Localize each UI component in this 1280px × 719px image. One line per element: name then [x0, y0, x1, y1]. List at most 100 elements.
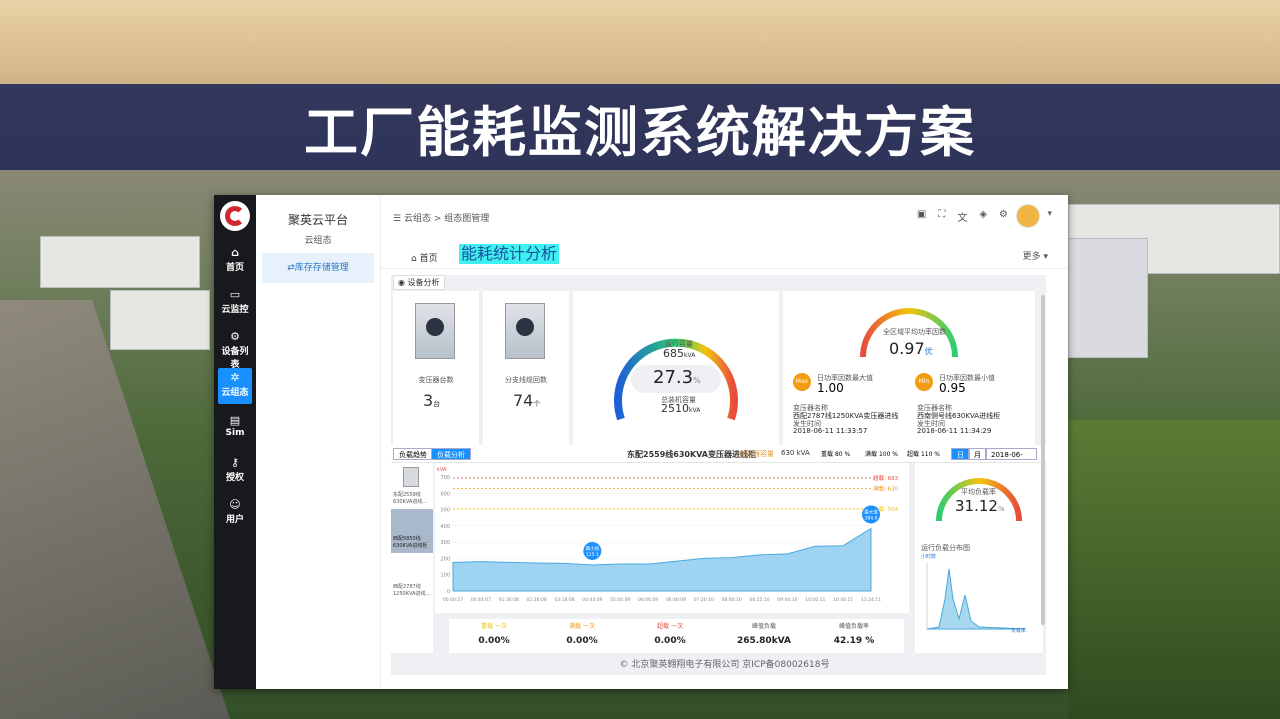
list-item[interactable]: 西配2787线1250KVA进线... — [393, 583, 433, 597]
settings-icon[interactable]: ⚙ — [999, 209, 1008, 224]
x-tick-label: 10:46:11 — [833, 597, 853, 603]
x-tick-label: 00:44:07 — [471, 597, 491, 603]
stats-bar: 重载 一次 0.00% 满载 一次 0.00% 超载 一次 0.00% 峰值负载 265… — [449, 619, 904, 653]
x-tick-label: 10:06:11 — [805, 597, 825, 603]
sidebar: 聚英云平台 云组态 ⇄库存存储管理 — [256, 195, 381, 689]
stat-excess: 超载 一次 0.00% — [654, 623, 686, 646]
x-tick-label: 01:36:08 — [499, 597, 519, 603]
device-card: 变压器台数 3台 — [393, 291, 479, 445]
home-icon: ⌂ — [231, 246, 239, 259]
sim-icon: ▤ — [229, 414, 241, 427]
y-tick-label: 500 — [440, 508, 450, 514]
menu-toggle-icon[interactable]: ☰ — [393, 214, 404, 224]
avatar[interactable] — [1016, 204, 1040, 228]
breadcrumb-root[interactable]: 云组态 — [404, 214, 431, 224]
scrollbar[interactable] — [1041, 295, 1045, 625]
header-icons: ▣ ⛶ 文 ◈ ⚙ — [917, 209, 1008, 224]
sidebar-item-storage[interactable]: ⇄库存存储管理 — [262, 253, 374, 283]
footer: © 北京聚英翱翔电子有限公司 京ICP备08002618号 — [619, 660, 830, 670]
background-building — [40, 236, 200, 288]
marker-label: 最小值 — [586, 545, 600, 552]
capacity-gauge-card: 运行容量 685kVA 27.3% 总装机容量 2510kVA — [573, 291, 779, 445]
gear-icon: ⚙ — [230, 330, 240, 343]
tab-load-trend[interactable]: 负载趋势 — [393, 448, 433, 460]
analysis-toolbar: 负载趋势 负载分析 东配2559线630KVA变压器进线柜 变压器容量 630 … — [391, 445, 1046, 471]
theme-icon[interactable]: ◈ — [979, 209, 987, 224]
x-tick-label: 06:06:09 — [638, 597, 658, 603]
rail-item-home[interactable]: ⌂ 首页 — [218, 243, 252, 279]
y-axis-label: kVA — [437, 467, 447, 473]
rail-item-user[interactable]: ☺ 用户 — [218, 495, 252, 531]
fullscreen-icon[interactable]: ⛶ — [938, 209, 945, 224]
x-tick-label: 11:24:11 — [861, 597, 881, 603]
user-icon: ☺ — [229, 498, 241, 511]
excess-input[interactable]: 110 — [921, 451, 932, 458]
power-factor-card: 全区域平均功率因数 0.97优 Max 日功率因数最大值 1.00 变压器名称 … — [783, 291, 1035, 445]
marker-value: 115.1 — [586, 552, 599, 558]
x-tick-label: 07:20:10 — [694, 597, 714, 603]
x-tick-label: 04:44:09 — [582, 597, 602, 603]
load-rate-card: 平均负载率 31.12% 运行负载分布图 小时数 负载率 — [915, 463, 1043, 653]
tab-bar: ⌂ 首页 能耗统计分析 更多 ▾ — [381, 241, 1068, 269]
stat-peak: 峰值负载 265.80kVA — [736, 623, 792, 646]
heavy-input[interactable]: 80 — [835, 451, 843, 458]
rail-item-auth[interactable]: ⚷ 授权 — [218, 453, 252, 489]
x-tick-label: 08:55:10 — [749, 597, 769, 603]
capacity-gauge-value: 27.3% — [653, 367, 701, 388]
tab-energy-analysis[interactable]: 能耗统计分析 — [459, 244, 560, 264]
date-picker[interactable]: 2018-06-11 — [985, 448, 1037, 471]
min-badge-icon: Min — [915, 373, 933, 391]
max-badge-icon: Max — [793, 373, 811, 391]
transformer-image — [415, 303, 455, 359]
y-tick-label: 300 — [440, 540, 450, 546]
transformer-list: 东配2559线630KVA进线... 西配5850线630KVA进线柜 西配27… — [391, 463, 433, 653]
more-dropdown[interactable]: 更多 ▾ — [1023, 249, 1048, 262]
app-logo[interactable] — [220, 201, 250, 231]
rail-item-sim[interactable]: ▤ Sim — [218, 411, 252, 447]
marker-value: 384.9 — [865, 515, 878, 521]
screenshot-window: ⌂ 首页 ▭ 云监控 ⚙ 设备列表 ✲ 云组态 ▤ Sim ⚷ 授权 ☺ 用户 聚英云平台 云… — [214, 195, 1068, 689]
x-tick-label: 08:00:10 — [722, 597, 742, 603]
x-tick-label: 00:00:27 — [443, 597, 463, 603]
language-icon[interactable]: 文 — [957, 209, 967, 224]
y-tick-label: 100 — [440, 573, 450, 579]
y-tick-label: 700 — [440, 475, 450, 481]
section-label: ◉ 设备分析 — [393, 275, 445, 290]
rail-item-devices[interactable]: ⚙ 设备列表 — [218, 327, 252, 370]
banner-title: 工厂能耗监测系统解决方案 — [304, 100, 976, 164]
rail-item-config[interactable]: ✲ 云组态 — [218, 368, 252, 404]
breadcrumb-leaf: 组态图管理 — [444, 214, 490, 224]
tab-home[interactable]: ⌂ 首页 — [411, 251, 438, 264]
x-tick-label: 02:26:08 — [526, 597, 546, 603]
load-chart: kVA 0 100 200 300 400 500 600 700 超载: 693 满载: 630 重… — [435, 463, 909, 613]
main-area: ☰ 云组态 > 组态图管理 ▣ ⛶ 文 ◈ ⚙ ▾ ⌂ 首页 能耗统计分析 更多… — [381, 195, 1068, 689]
list-item-selected[interactable]: 西配5850线630KVA进线柜 — [391, 509, 433, 553]
background-grass — [1068, 420, 1280, 719]
x-tick-label: 03:18:08 — [554, 597, 574, 603]
y-tick-label: 200 — [440, 556, 450, 562]
list-item[interactable]: 东配2559线630KVA进线... — [393, 491, 433, 505]
platform-name: 聚英云平台 — [287, 213, 348, 227]
full-input[interactable]: 100 — [879, 451, 890, 458]
transformer-icon — [403, 467, 419, 487]
cable-cabinet-image — [505, 303, 545, 359]
chevron-down-icon[interactable]: ▾ — [1047, 209, 1052, 219]
y-tick-label: 400 — [440, 524, 450, 530]
dashboard: ◉ 设备分析 变压器台数 3台 分支线缆回数 74个 运行容量 685kVA 2… — [391, 275, 1046, 675]
icon-rail: ⌂ 首页 ▭ 云监控 ⚙ 设备列表 ✲ 云组态 ▤ Sim ⚷ 授权 ☺ 用户 — [214, 195, 256, 689]
stat-peak-rate: 峰值负载率 42.19 % — [833, 623, 875, 646]
screen-icon[interactable]: ▣ — [917, 209, 926, 224]
x-tick-label: 05:04:09 — [610, 597, 630, 603]
reference-line-label: 超载: 693 — [873, 474, 899, 482]
title-banner: 工厂能耗监测系统解决方案 — [0, 84, 1280, 170]
rail-item-monitor[interactable]: ▭ 云监控 — [218, 285, 252, 321]
background-building — [1068, 238, 1148, 358]
load-area-series — [452, 527, 872, 592]
marker-label: 最大值 — [864, 508, 878, 515]
y-tick-label: 600 — [440, 491, 450, 497]
breadcrumb: ☰ 云组态 > 组态图管理 — [393, 214, 490, 224]
monitor-icon: ▭ — [229, 288, 241, 301]
tab-load-analysis[interactable]: 负载分析 — [431, 448, 471, 460]
reference-line-label: 满载: 630 — [873, 484, 899, 492]
background-road — [0, 300, 230, 719]
